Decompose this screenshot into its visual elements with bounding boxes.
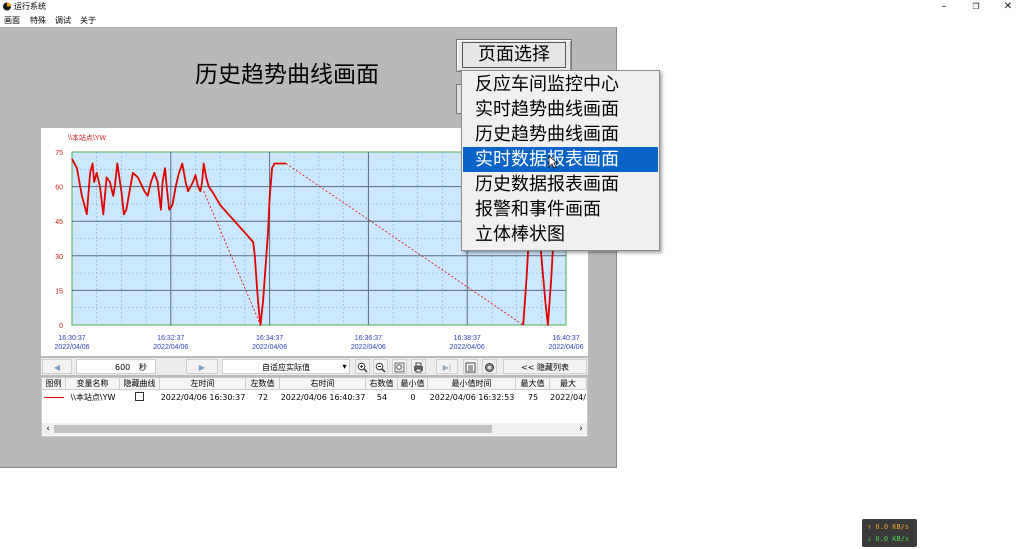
col-min[interactable]: 最小值: [398, 378, 428, 390]
zoom-out-icon[interactable]: [373, 359, 388, 374]
col-left-time[interactable]: 左时间: [160, 378, 246, 390]
page-title: 历史趋势曲线画面: [195, 62, 379, 88]
net-speed-widget: ↑ 0.0 KB/s ↓ 0.0 KB/s: [862, 519, 917, 547]
title-bar: [0, 0, 1024, 14]
page-select-label[interactable]: 页面选择: [462, 42, 566, 68]
page-option-realtime-trend[interactable]: 实时趋势曲线画面: [463, 97, 658, 122]
legend-line: [44, 397, 64, 398]
row-right-time: 2022/04/06 16:40:37: [280, 393, 366, 402]
page-option-realtime-report[interactable]: 实时数据报表画面: [463, 147, 658, 172]
y-tick-label: 30: [55, 254, 63, 261]
y-tick-label: 45: [55, 219, 63, 226]
col-variable-name[interactable]: 变量名称: [66, 378, 120, 390]
row-left-time: 2022/04/06 16:30:37: [160, 393, 246, 402]
x-tick-time: 16:38:37: [454, 335, 481, 342]
row-min-time: 2022/04/06 16:32:53: [429, 393, 515, 402]
menu-debug[interactable]: 调试: [55, 15, 71, 26]
minimize-button[interactable]: –: [928, 0, 960, 14]
y-tick-label: 15: [55, 288, 63, 295]
mode-select-value: 自适应实际值: [262, 363, 310, 372]
page-option-history-trend[interactable]: 历史趋势曲线画面: [463, 122, 658, 147]
select-arrow-icon[interactable]: ▾: [339, 359, 350, 374]
x-tick-time: 16:30:37: [58, 335, 85, 342]
y-tick-label: 60: [55, 185, 63, 192]
mode-select[interactable]: 自适应实际值: [222, 359, 350, 374]
row-variable-name: \\本站点\YW: [70, 393, 116, 402]
span-unit: 秒: [138, 363, 147, 372]
x-tick-date: 2022/04/06: [450, 344, 485, 351]
row-min: 0: [410, 393, 416, 402]
row-left-value: 72: [257, 393, 269, 402]
col-right-value[interactable]: 右数值: [366, 378, 398, 390]
row-right-value: 54: [376, 393, 388, 402]
hide-curve-checkbox[interactable]: [135, 392, 144, 401]
col-min-time[interactable]: 最小值时间: [428, 378, 516, 390]
menu-special[interactable]: 特殊: [30, 15, 46, 26]
col-legend[interactable]: 图例: [42, 378, 66, 390]
col-left-value[interactable]: 左数值: [246, 378, 280, 390]
x-tick-time: 16:36:37: [355, 335, 382, 342]
scroll-right-icon[interactable]: ›: [576, 423, 586, 435]
x-tick-date: 2022/04/06: [351, 344, 386, 351]
menu-screen[interactable]: 画面: [4, 15, 20, 26]
x-tick-date: 2022/04/06: [548, 344, 583, 351]
hide-list-button[interactable]: << 隐藏列表: [503, 359, 587, 374]
x-tick-time: 16:40:37: [552, 335, 579, 342]
page-select-dropdown: 反应车间监控中心 实时趋势曲线画面 历史趋势曲线画面 实时数据报表画面 历史数据…: [461, 70, 660, 251]
camera-icon[interactable]: [482, 359, 497, 374]
x-tick-date: 2022/04/06: [153, 344, 188, 351]
scroll-left-icon[interactable]: ‹: [43, 423, 53, 435]
app-icon: [3, 2, 11, 11]
prev-page-icon[interactable]: ◀: [42, 359, 72, 374]
download-speed: ↓ 0.0 KB/s: [867, 535, 910, 543]
x-tick-time: 16:32:37: [157, 335, 184, 342]
span-value-field[interactable]: 600 秒: [76, 359, 156, 374]
page-option-history-report[interactable]: 历史数据报表画面: [463, 172, 658, 197]
y-axis-label: \\本站点\YW: [68, 133, 107, 142]
y-tick-label: 0: [59, 323, 63, 330]
col-max[interactable]: 最大值: [516, 378, 550, 390]
maximize-button[interactable]: ❐: [960, 0, 992, 14]
x-tick-time: 16:34:37: [256, 335, 283, 342]
play-end-icon[interactable]: ▶|: [436, 359, 458, 374]
span-value: 600: [115, 363, 131, 372]
row-max-time: 2022/04/: [550, 393, 586, 402]
col-right-time[interactable]: 右时间: [280, 378, 366, 390]
col-hide-curve[interactable]: 隐藏曲线: [120, 378, 160, 390]
x-tick-date: 2022/04/06: [252, 344, 287, 351]
row-max: 75: [527, 393, 539, 402]
next-page-icon[interactable]: ▶: [186, 359, 218, 374]
mouse-cursor-icon: [548, 155, 558, 169]
page-option-alarm-events[interactable]: 报警和事件画面: [463, 197, 658, 222]
y-tick-label: 75: [55, 150, 63, 157]
settings-icon[interactable]: [463, 359, 478, 374]
window-title: 运行系统: [14, 2, 46, 11]
page-option-3d-bar[interactable]: 立体棒状图: [463, 222, 658, 247]
x-tick-date: 2022/04/06: [54, 344, 89, 351]
menu-about[interactable]: 关于: [80, 15, 96, 26]
page-option-reaction-workshop[interactable]: 反应车间监控中心: [463, 72, 658, 97]
zoom-reset-icon[interactable]: [392, 359, 407, 374]
print-icon[interactable]: [411, 359, 426, 374]
close-button[interactable]: ✕: [992, 0, 1024, 14]
upload-speed: ↑ 0.0 KB/s: [867, 523, 910, 531]
zoom-in-icon[interactable]: [355, 359, 370, 374]
menu-bar: [0, 14, 1024, 27]
col-max-time[interactable]: 最大: [550, 378, 587, 390]
table-hscroll-thumb[interactable]: [54, 425, 492, 433]
